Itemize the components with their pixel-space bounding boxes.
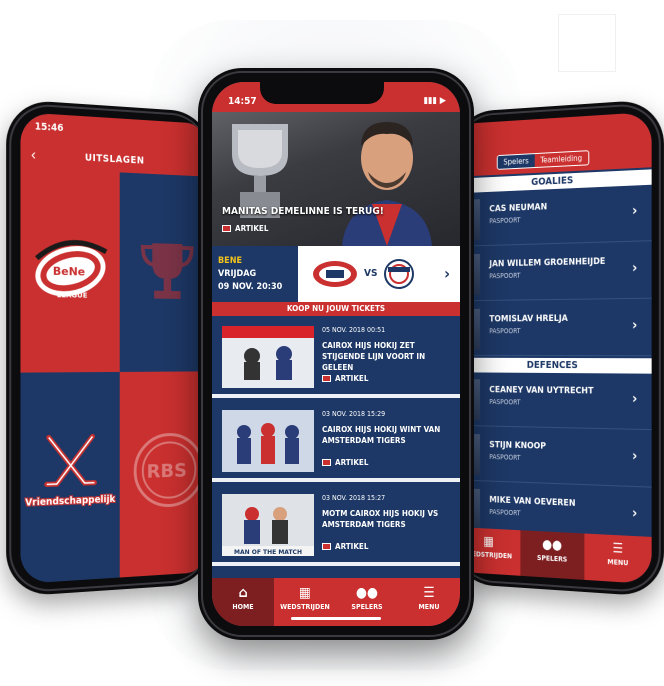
- center-phone: MANITAS DEMELINNE IS TERUG! ARTIKEL 14:5…: [198, 68, 474, 640]
- status-icons: ▮▮▮ ▶: [423, 96, 446, 106]
- player-name: CEANEY VAN UYTRECHT: [489, 385, 594, 397]
- player-name: JAN WILLEM GROENHEIJDE: [489, 256, 606, 270]
- game-day: VRIJDAG: [218, 269, 257, 279]
- crossed-sticks-icon: [41, 432, 101, 495]
- svg-text:LEAGUE: LEAGUE: [57, 291, 88, 300]
- player-row[interactable]: STIJN KNOOP PASPOORT ›: [457, 427, 652, 488]
- home-screen: MANITAS DEMELINNE IS TERUG! ARTIKEL 14:5…: [212, 82, 460, 626]
- player-name: STIJN KNOOP: [489, 440, 547, 452]
- player-subtitle: PASPOORT: [489, 327, 521, 336]
- player-photo-icon: [342, 122, 432, 246]
- tile-bene-league[interactable]: BeNe LEAGUE: [20, 167, 120, 373]
- article-icon: [322, 459, 331, 466]
- player-row[interactable]: TOMISLAV HRELJA PASPOORT ›: [457, 300, 652, 357]
- home-indicator: [291, 617, 381, 620]
- news-date: 03 NOV. 2018 15:29: [322, 410, 386, 418]
- home-icon: ⌂: [238, 585, 248, 601]
- article-tag: ARTIKEL: [322, 374, 368, 383]
- defences-heading: DEFENCES: [457, 357, 652, 374]
- segment-teamleiding[interactable]: Teamleiding: [534, 151, 588, 167]
- player-subtitle: PASPOORT: [489, 216, 521, 226]
- trophy-icon: [139, 237, 195, 299]
- right-phone: Spelers Teamleiding GOALIES CAS NEUMAN P…: [452, 98, 664, 598]
- game-datetime: 09 NOV. 20:30: [218, 282, 283, 292]
- results-screen: 15:46 ‹ UITSLAGEN BeNe LEAGUE Vriendscha…: [20, 112, 205, 584]
- news-image-icon: [222, 410, 314, 472]
- player-subtitle: PASPOORT: [489, 508, 521, 518]
- game-league: BENE: [218, 256, 243, 266]
- tickets-banner[interactable]: KOOP NU JOUW TICKETS: [212, 302, 460, 316]
- chevron-right-icon: ›: [632, 260, 638, 277]
- chevron-right-icon: ›: [632, 202, 638, 220]
- rbs-logo-icon: RBS: [131, 430, 204, 511]
- vs-label: VS: [364, 268, 378, 279]
- news-date: 05 NOV. 2018 00:51: [322, 326, 386, 334]
- left-phone: 15:46 ‹ UITSLAGEN BeNe LEAGUE Vriendscha…: [6, 98, 213, 598]
- player-row[interactable]: CAS NEUMAN PASPOORT ›: [457, 185, 652, 247]
- status-time: 14:57: [228, 96, 257, 107]
- player-name: CAS NEUMAN: [489, 202, 548, 215]
- news-item[interactable]: MAN OF THE MATCH 03 NOV. 2018 15:27 MOTM…: [212, 486, 460, 566]
- home-team-logo-icon: [313, 261, 357, 287]
- news-date: 03 NOV. 2018 15:27: [322, 494, 386, 502]
- calendar-icon: ▦: [299, 585, 311, 601]
- white-square: [558, 14, 616, 72]
- hero-title: MANITAS DEMELINNE IS TERUG!: [222, 206, 384, 217]
- away-team-logo-icon: [384, 259, 414, 289]
- vriendschappelijk-label: Vriendschappelijk: [25, 493, 116, 509]
- tab-spelers[interactable]: ●● SPELERS: [520, 530, 585, 580]
- news-title: MOTM CAIROX HIJS HOKIJ VS AMSTERDAM TIGE…: [322, 509, 439, 529]
- news-item[interactable]: 03 NOV. 2018 15:29 CAIROX HIJS HOKIJ WIN…: [212, 402, 460, 482]
- article-icon: [322, 375, 331, 382]
- chevron-right-icon: ›: [632, 317, 638, 334]
- next-game-card[interactable]: BENE VRIJDAG 09 NOV. 20:30 VS ›: [212, 246, 460, 302]
- tile-rbs[interactable]: RBS: [119, 371, 205, 578]
- tile-vriendschappelijk[interactable]: Vriendschappelijk: [20, 371, 120, 584]
- player-subtitle: PASPOORT: [489, 271, 521, 281]
- tab-home[interactable]: ⌂ HOME: [212, 578, 274, 626]
- chevron-right-icon: ›: [444, 264, 450, 283]
- menu-icon: ☰: [423, 585, 435, 601]
- players-icon: ●●: [356, 585, 378, 601]
- calendar-icon: ▦: [483, 534, 494, 550]
- chevron-right-icon: ›: [632, 505, 638, 522]
- player-name: MIKE VAN OEVEREN: [489, 495, 576, 509]
- news-title: CAIROX HIJS HOKIJ WINT VAN AMSTERDAM TIG…: [322, 425, 441, 445]
- news-image-caption: MAN OF THE MATCH: [234, 549, 302, 556]
- news-image-icon: [222, 326, 314, 388]
- chevron-right-icon: ›: [632, 448, 638, 465]
- news-item[interactable]: 05 NOV. 2018 00:51 CAIROX HIJS HOKIJ ZET…: [212, 318, 460, 398]
- svg-text:BeNe: BeNe: [53, 265, 85, 279]
- player-row[interactable]: CEANEY VAN UYTRECHT PASPOORT ›: [457, 373, 652, 431]
- player-name: TOMISLAV HRELJA: [489, 313, 568, 325]
- status-time: 15:46: [34, 121, 64, 135]
- menu-icon: ☰: [612, 541, 624, 557]
- bene-league-logo-icon: BeNe LEAGUE: [29, 229, 112, 304]
- news-title: CAIROX HIJS HOKIJ ZET STIJGENDE LIJN VOO…: [322, 341, 426, 372]
- players-screen: Spelers Teamleiding GOALIES CAS NEUMAN P…: [457, 111, 652, 585]
- tab-menu[interactable]: ☰ MENU: [585, 534, 652, 585]
- article-tag: ARTIKEL: [222, 224, 268, 233]
- svg-text:RBS: RBS: [147, 460, 187, 483]
- article-tag: ARTIKEL: [322, 542, 368, 551]
- players-icon: ●●: [542, 537, 563, 554]
- segment-spelers[interactable]: Spelers: [497, 154, 535, 169]
- player-row[interactable]: JAN WILLEM GROENHEIJDE PASPOORT ›: [457, 243, 652, 302]
- player-subtitle: PASPOORT: [489, 398, 521, 407]
- article-tag: ARTIKEL: [322, 458, 368, 467]
- news-image-icon: MAN OF THE MATCH: [222, 494, 314, 556]
- article-icon: [322, 543, 331, 550]
- chevron-right-icon: ›: [632, 390, 638, 408]
- player-subtitle: PASPOORT: [489, 453, 521, 462]
- article-icon: [222, 225, 231, 232]
- phone-notch: [260, 82, 384, 104]
- tile-trophy[interactable]: [119, 172, 205, 372]
- tab-menu[interactable]: ☰ MENU: [398, 578, 460, 626]
